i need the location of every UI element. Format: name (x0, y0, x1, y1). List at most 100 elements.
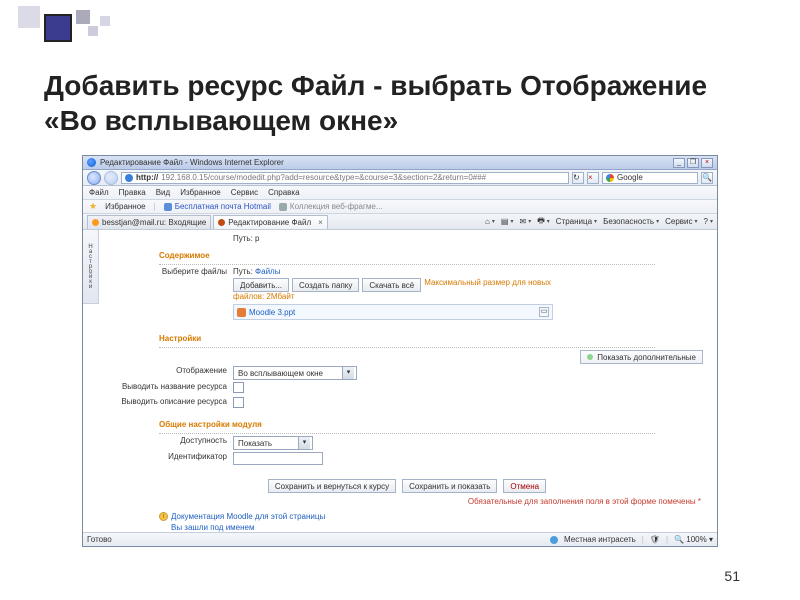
url-protocol: http:// (136, 173, 158, 182)
create-folder-button[interactable]: Создать папку (292, 278, 359, 292)
restore-button[interactable]: ❐ (687, 158, 699, 168)
menu-help[interactable]: Справка (268, 188, 299, 197)
favorites-bar: ★ Избранное | Бесплатная почта Hotmail К… (83, 200, 717, 214)
zoom-level[interactable]: 🔍 100% ▾ (674, 535, 713, 544)
tab-label: besstjan@mail.ru: Входящие (102, 218, 206, 227)
file-item[interactable]: Moodle 3.ppt ▭ (233, 304, 553, 320)
download-all-button[interactable]: Скачать всё (362, 278, 421, 292)
chevron-down-icon[interactable]: ▾ (298, 437, 310, 449)
save-show-button[interactable]: Сохранить и показать (402, 479, 497, 493)
favorites-star-icon[interactable]: ★ (89, 201, 97, 212)
show-desc-label: Выводить описание ресурса (103, 397, 233, 410)
identifier-label: Идентификатор (103, 452, 233, 467)
address-bar: http:// 192.168.0.15/course/modedit.php?… (83, 170, 717, 186)
favorites-label[interactable]: Избранное (105, 202, 146, 211)
close-button[interactable]: × (701, 158, 713, 168)
menu-file[interactable]: Файл (89, 188, 109, 197)
zone-icon (550, 536, 558, 544)
search-field[interactable]: Google (602, 172, 698, 184)
cancel-button[interactable]: Отмена (503, 479, 546, 493)
back-button[interactable] (87, 171, 101, 185)
display-select[interactable]: Во всплывающем окне ▾ (233, 366, 357, 380)
display-select-value: Во всплывающем окне (236, 369, 342, 378)
login-info-link[interactable]: i Вы зашли под именем (159, 523, 711, 532)
titlebar: Редактирование Файл - Windows Internet E… (83, 156, 717, 170)
ppt-icon (237, 308, 246, 317)
protected-mode-icon: 🛡 (650, 535, 660, 544)
status-zone: Местная интрасеть (564, 535, 636, 544)
menu-view[interactable]: Вид (156, 188, 170, 197)
moodle-form: Путь: p Содержимое Выберите файлы Путь: … (103, 230, 711, 532)
safety-menu[interactable]: Безопасность▾ (603, 217, 659, 226)
refresh-button[interactable]: ↻ (572, 172, 584, 184)
window-title: Редактирование Файл - Windows Internet E… (100, 158, 284, 167)
path-link[interactable]: Файлы (255, 267, 280, 276)
mail-button[interactable]: ✉▾ (519, 217, 531, 226)
minimize-button[interactable]: _ (673, 158, 685, 168)
link-icon (164, 203, 172, 211)
search-go-button[interactable]: 🔍 (701, 172, 713, 184)
url-field[interactable]: http:// 192.168.0.15/course/modedit.php?… (121, 172, 569, 184)
tab-mail[interactable]: besstjan@mail.ru: Входящие (87, 215, 211, 229)
required-note: Обязательные для заполнения поля в этой … (103, 497, 701, 506)
help-button[interactable]: ?▾ (704, 217, 713, 226)
google-icon (606, 174, 614, 182)
print-icon: 🖶 (537, 215, 545, 229)
file-delete-icon[interactable]: ▭ (539, 307, 549, 317)
info-icon: i (159, 512, 168, 521)
home-button[interactable]: ⌂▾ (485, 217, 495, 226)
tab-bar: besstjan@mail.ru: Входящие Редактировани… (83, 214, 717, 230)
availability-select[interactable]: Показать ▾ (233, 436, 313, 450)
feeds-button[interactable]: ▤▾ (501, 217, 514, 226)
status-done: Готово (87, 535, 112, 544)
favlink-fragments[interactable]: Коллекция веб-фрагме... (279, 202, 383, 211)
availability-value: Показать (236, 439, 298, 448)
tab-editing[interactable]: Редактирование Файл × (213, 215, 328, 229)
search-engine-label: Google (617, 173, 643, 182)
page-favicon-icon (125, 174, 133, 182)
section-settings-title: Настройки (159, 334, 711, 343)
page-content: Настройки Путь: p Содержимое Выберите фа… (83, 230, 717, 532)
menu-favorites[interactable]: Избранное (180, 188, 221, 197)
add-file-button[interactable]: Добавить... (233, 278, 289, 292)
command-bar: ⌂▾ ▤▾ ✉▾ 🖶▾ Страница▾ Безопасность▾ Серв… (485, 215, 713, 229)
sidebar-tab-settings[interactable]: Настройки (83, 230, 99, 304)
identifier-input[interactable] (233, 452, 323, 465)
editor-path: Путь: p (233, 234, 711, 243)
file-name[interactable]: Moodle 3.ppt (249, 308, 295, 317)
max-size-note: Максимальный размер для новых (424, 278, 551, 292)
chevron-down-icon[interactable]: ▾ (342, 367, 354, 379)
show-desc-checkbox[interactable] (233, 397, 244, 408)
mail-icon: ✉ (519, 217, 526, 226)
moodle-docs-link[interactable]: i Документация Moodle для этой страницы (159, 512, 711, 521)
slide-decoration (4, 4, 124, 44)
page-menu[interactable]: Страница▾ (556, 217, 597, 226)
tab-favicon-icon (218, 219, 225, 226)
forward-button[interactable] (104, 171, 118, 185)
stop-button[interactable]: × (587, 172, 599, 184)
choose-files-label: Выберите файлы (103, 267, 233, 320)
service-menu[interactable]: Сервис▾ (665, 217, 697, 226)
menubar: Файл Правка Вид Избранное Сервис Справка (83, 186, 717, 200)
section-general-title: Общие настройки модуля (159, 420, 711, 429)
favlink-hotmail[interactable]: Бесплатная почта Hotmail (164, 202, 271, 211)
status-bar: Готово Местная интрасеть | 🛡 | 🔍 100% ▾ (83, 532, 717, 546)
show-name-label: Выводить название ресурса (103, 382, 233, 395)
tab-label: Редактирование Файл (228, 218, 311, 227)
tab-close-icon[interactable]: × (318, 218, 323, 227)
ie-icon (87, 158, 96, 167)
path-prefix: Путь: (233, 267, 253, 276)
display-label: Отображение (103, 366, 233, 380)
tab-favicon-icon (92, 219, 99, 226)
menu-tools[interactable]: Сервис (231, 188, 258, 197)
print-button[interactable]: 🖶▾ (537, 215, 550, 229)
show-advanced-button[interactable]: Показать дополнительные (580, 350, 703, 364)
page-number: 51 (724, 568, 740, 584)
max-size-note-2: файлов: 2Мбайт (233, 292, 711, 301)
section-content-title: Содержимое (159, 251, 711, 260)
form-actions: Сохранить и вернуться к курсу Сохранить … (103, 479, 711, 493)
show-name-checkbox[interactable] (233, 382, 244, 393)
menu-edit[interactable]: Правка (119, 188, 146, 197)
save-return-button[interactable]: Сохранить и вернуться к курсу (268, 479, 396, 493)
url-text: 192.168.0.15/course/modedit.php?add=reso… (161, 173, 486, 182)
